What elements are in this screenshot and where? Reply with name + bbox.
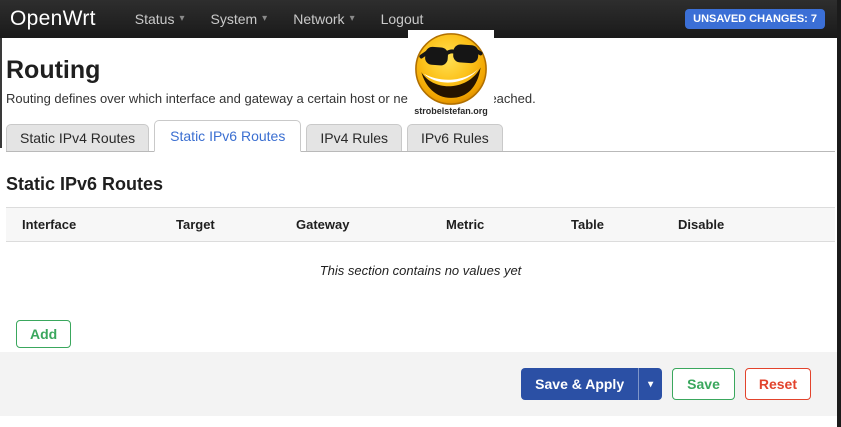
caret-down-icon: ▾ <box>648 379 653 390</box>
column-header-gateway: Gateway <box>296 217 446 232</box>
tab-ipv6-rules[interactable]: IPv6 Rules <box>407 124 503 151</box>
tab-static-ipv4-routes[interactable]: Static IPv4 Routes <box>6 124 149 151</box>
save-apply-split-button: Save & Apply ▾ <box>521 368 662 400</box>
save-apply-button[interactable]: Save & Apply <box>521 368 638 400</box>
openwrt-logo[interactable]: OpenWrt <box>10 7 96 31</box>
column-header-interface: Interface <box>22 217 176 232</box>
column-header-target: Target <box>176 217 296 232</box>
sunglasses-smiley-icon <box>411 30 491 108</box>
add-button[interactable]: Add <box>16 320 71 348</box>
section-heading: Static IPv6 Routes <box>6 174 835 195</box>
unsaved-changes-badge[interactable]: UNSAVED CHANGES: 7 <box>685 9 825 29</box>
watermark-image: strobelstefan.org <box>408 30 494 124</box>
watermark-caption: strobelstefan.org <box>414 106 488 116</box>
save-apply-dropdown-toggle[interactable]: ▾ <box>638 368 662 400</box>
caret-down-icon: ▾ <box>179 14 184 24</box>
routes-table-header: Interface Target Gateway Metric Table Di… <box>6 207 835 242</box>
nav-item-network[interactable]: Network ▾ <box>280 0 367 38</box>
nav-item-label: Status <box>135 11 175 27</box>
empty-section-message: This section contains no values yet <box>6 242 835 312</box>
reset-button[interactable]: Reset <box>745 368 811 400</box>
caret-down-icon: ▾ <box>262 14 267 24</box>
save-button[interactable]: Save <box>672 368 735 400</box>
nav-item-label: Logout <box>381 11 424 27</box>
nav-item-label: Network <box>293 11 344 27</box>
window-right-edge <box>837 0 841 427</box>
tab-static-ipv6-routes[interactable]: Static IPv6 Routes <box>154 120 301 152</box>
window-left-edge <box>0 38 2 148</box>
column-header-metric: Metric <box>446 217 571 232</box>
footer-action-bar: Save & Apply ▾ Save Reset <box>0 352 837 416</box>
column-header-disable: Disable <box>678 217 835 232</box>
tab-bar: Static IPv4 Routes Static IPv6 Routes IP… <box>6 120 835 152</box>
nav-item-label: System <box>210 11 257 27</box>
tab-ipv4-rules[interactable]: IPv4 Rules <box>306 124 402 151</box>
nav-item-system[interactable]: System ▾ <box>197 0 280 38</box>
nav-item-status[interactable]: Status ▾ <box>122 0 198 38</box>
column-header-table: Table <box>571 217 678 232</box>
caret-down-icon: ▾ <box>350 14 355 24</box>
